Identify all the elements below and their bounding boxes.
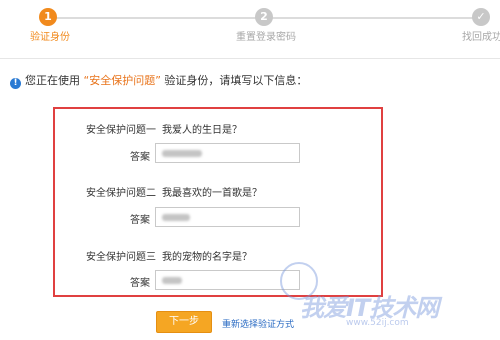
divider — [0, 58, 500, 59]
question-3-label: 安全保护问题三 — [86, 252, 156, 263]
step-2-label: 重置登录密码 — [236, 32, 296, 43]
step-1-label: 验证身份 — [30, 32, 70, 43]
question-2-label: 安全保护问题二 — [86, 188, 156, 199]
step-3-label: 找回成功 — [462, 32, 500, 43]
masked-answer — [162, 150, 202, 157]
masked-answer — [162, 214, 190, 221]
question-1-label: 安全保护问题一 — [86, 125, 156, 136]
answer-2-label: 答案 — [130, 215, 150, 226]
step-3-check-icon: ✓ — [472, 8, 490, 26]
notice-method: “安全保护问题” — [83, 74, 161, 87]
info-icon: ! — [10, 78, 21, 89]
answer-2-field[interactable] — [155, 207, 300, 227]
step-connector — [48, 17, 256, 19]
masked-answer — [162, 277, 182, 284]
step-connector — [272, 17, 474, 19]
reselect-method-link[interactable]: 重新选择验证方式 — [222, 317, 294, 330]
answer-1-label: 答案 — [130, 152, 150, 163]
answer-3-field[interactable] — [155, 270, 300, 290]
notice-suffix: 验证身份，请填写以下信息： — [164, 74, 308, 87]
question-1-text: 我爱人的生日是？ — [162, 125, 242, 136]
watermark-url: www.52ij.com — [346, 318, 409, 328]
question-3-text: 我的宠物的名字是？ — [162, 252, 252, 263]
notice-prefix: 您正在使用 — [25, 74, 80, 87]
question-2-text: 我最喜欢的一首歌是？ — [162, 188, 262, 199]
next-button[interactable]: 下一步 — [156, 311, 212, 333]
step-progress: 1 验证身份 2 重置登录密码 ✓ 找回成功 — [0, 0, 500, 48]
verification-notice: ! 您正在使用 “安全保护问题” 验证身份，请填写以下信息： — [10, 72, 307, 89]
step-2-indicator: 2 — [255, 8, 273, 26]
answer-3-label: 答案 — [130, 278, 150, 289]
step-1-indicator: 1 — [39, 8, 57, 26]
answer-1-field[interactable] — [155, 143, 300, 163]
